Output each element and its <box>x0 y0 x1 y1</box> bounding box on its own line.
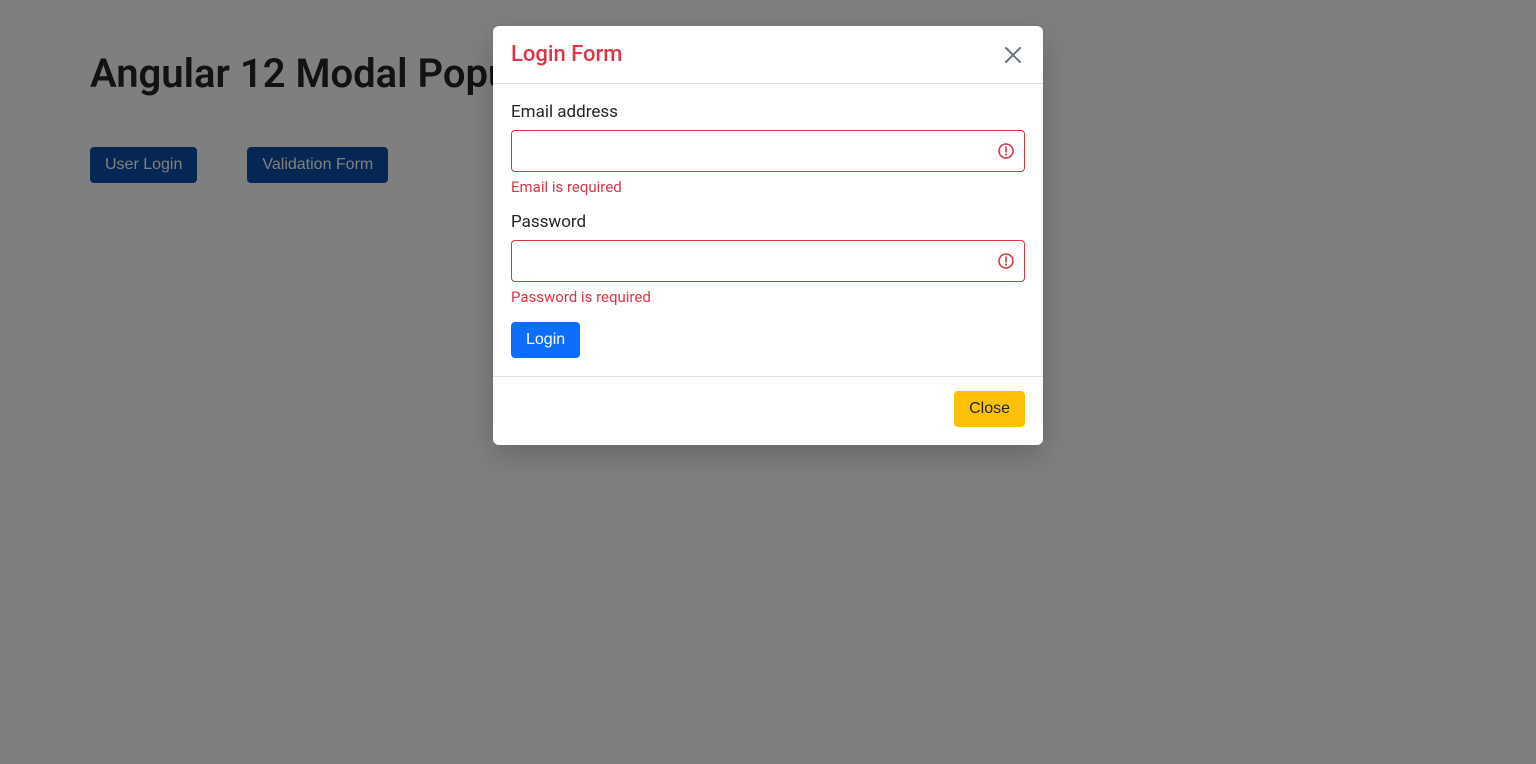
modal-header: Login Form <box>493 26 1043 84</box>
modal-title: Login Form <box>511 42 622 67</box>
email-group: Email address Email is required <box>511 102 1025 196</box>
password-label: Password <box>511 212 1025 232</box>
x-icon <box>1004 46 1022 64</box>
password-error: Password is required <box>511 288 1025 306</box>
modal-overlay[interactable]: Login Form Email address <box>0 0 1536 764</box>
login-modal: Login Form Email address <box>493 26 1043 445</box>
email-error: Email is required <box>511 178 1025 196</box>
close-button[interactable]: Close <box>954 391 1025 427</box>
login-button[interactable]: Login <box>511 322 580 358</box>
modal-footer: Close <box>493 376 1043 445</box>
password-field[interactable] <box>511 240 1025 282</box>
error-icon <box>997 142 1015 160</box>
email-field[interactable] <box>511 130 1025 172</box>
error-icon <box>997 252 1015 270</box>
close-icon[interactable] <box>1001 43 1025 67</box>
email-label: Email address <box>511 102 1025 122</box>
modal-body: Email address Email is required Password <box>493 84 1043 376</box>
password-group: Password Password is required <box>511 212 1025 306</box>
